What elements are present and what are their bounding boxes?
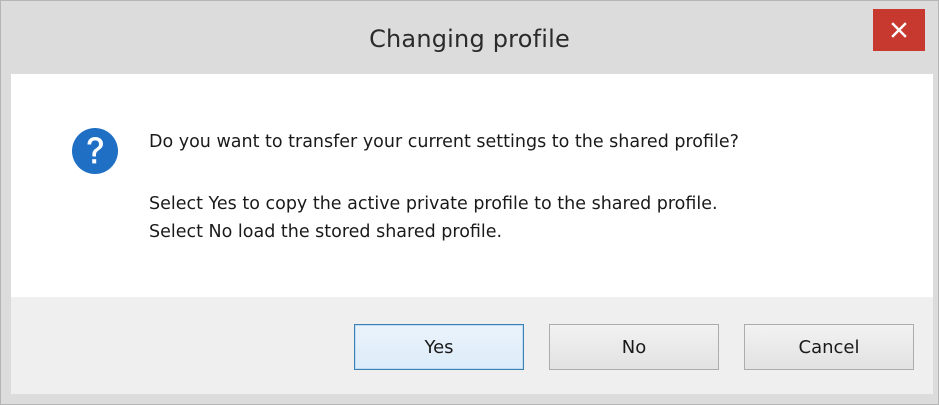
dialog-client-area: Do you want to transfer your current set… (11, 74, 933, 394)
message-panel: Do you want to transfer your current set… (11, 74, 933, 297)
close-button[interactable] (873, 9, 925, 51)
dialog-title: Changing profile (369, 25, 570, 53)
message-detail-line-1: Select Yes to copy the active private pr… (149, 194, 718, 214)
yes-button[interactable]: Yes (354, 324, 524, 370)
close-icon (891, 22, 907, 38)
dialog-window: Changing profile Do you want to transfer… (0, 0, 939, 405)
cancel-button[interactable]: Cancel (744, 324, 914, 370)
no-button[interactable]: No (549, 324, 719, 370)
message-detail-line-2: Select No load the stored shared profile… (149, 222, 503, 242)
title-bar[interactable]: Changing profile (1, 1, 938, 71)
message-main: Do you want to transfer your current set… (149, 132, 739, 152)
question-icon (72, 128, 118, 174)
